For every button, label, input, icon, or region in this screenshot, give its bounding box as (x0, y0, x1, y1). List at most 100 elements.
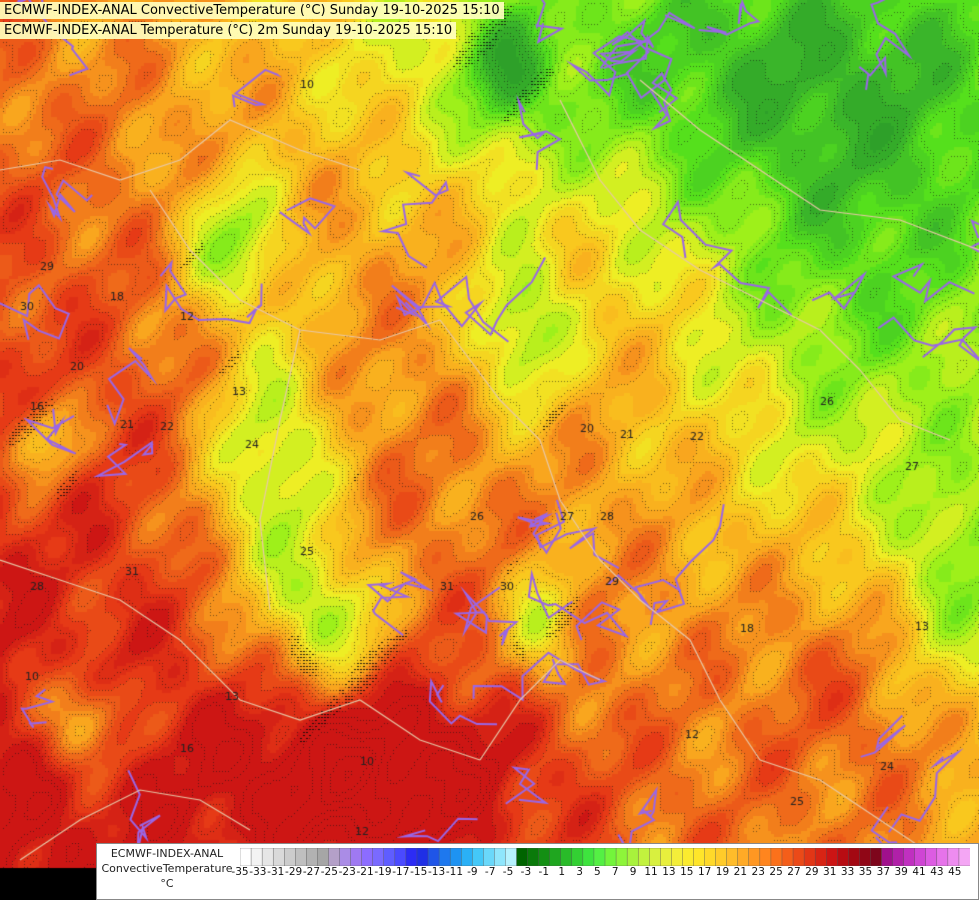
legend-tick-label: 25 (769, 866, 783, 878)
legend-swatch (250, 848, 263, 866)
legend-swatch (339, 848, 352, 866)
legend-swatch (483, 848, 495, 866)
legend-swatch (295, 848, 307, 866)
legend-tick-label: 15 (680, 866, 694, 878)
legend-swatch (405, 848, 418, 866)
legend-swatch (848, 848, 860, 866)
legend-swatch (770, 848, 783, 866)
legend-tick-label: -17 (392, 866, 410, 878)
legend-swatch (626, 848, 639, 866)
legend-tick-label: 41 (912, 866, 926, 878)
legend-swatch (759, 848, 772, 866)
legend-tick-label: 39 (894, 866, 908, 878)
legend-swatch (427, 848, 440, 866)
legend-tick-label: 21 (733, 866, 748, 878)
legend-tick-label: 29 (805, 866, 819, 878)
legend-swatch (704, 848, 717, 866)
legend-swatch (372, 848, 385, 866)
legend-tick-label: -33 (249, 866, 267, 878)
legend-parameter: ConvectiveTemperature (101, 862, 233, 875)
legend-swatch (649, 848, 661, 866)
legend-tick-label: -13 (427, 866, 446, 878)
legend-swatch (637, 848, 650, 866)
legend-swatch (914, 848, 927, 866)
legend-tick-label: 9 (629, 866, 637, 878)
legend-tick-label: -35 (231, 866, 249, 878)
legend-tick-label: 5 (594, 866, 601, 878)
legend-tick-label: -27 (302, 866, 321, 878)
legend-swatch (505, 848, 518, 866)
weather-map (0, 0, 979, 900)
legend-tick-label: -19 (374, 866, 392, 878)
legend-swatch (516, 848, 529, 866)
legend-tick-label: 33 (840, 866, 855, 878)
legend-swatch (892, 848, 905, 866)
legend-swatch (837, 848, 849, 866)
legend-swatch (416, 848, 429, 866)
map-title-convective-temperature: ECMWF-INDEX-ANAL ConvectiveTemperature (… (0, 2, 504, 19)
legend-tick-label: 31 (823, 866, 837, 878)
legend-title: ECMWF-INDEX-ANAL ConvectiveTemperature °… (99, 846, 235, 891)
legend-tick-label: -31 (267, 866, 285, 878)
legend-tick-label: -15 (410, 866, 428, 878)
legend-swatch (660, 848, 672, 866)
legend-swatch (925, 848, 938, 866)
legend-tick-label: 27 (787, 866, 801, 878)
legend-swatch (317, 848, 329, 866)
legend-swatch (803, 848, 816, 866)
legend-swatch (394, 848, 407, 866)
legend-swatch (936, 848, 949, 866)
legend-tick-label: 19 (715, 866, 730, 878)
map-title-2m-temperature: ECMWF-INDEX-ANAL Temperature (°C) 2m Sun… (0, 22, 457, 39)
color-legend: ECMWF-INDEX-ANAL ConvectiveTemperature °… (96, 843, 979, 900)
legend-swatch (881, 848, 894, 866)
legend-swatch (272, 848, 285, 866)
legend-swatch (350, 848, 363, 866)
legend-swatch (461, 848, 473, 866)
legend-tick-label: 35 (858, 866, 873, 878)
legend-swatch (549, 848, 562, 866)
legend-tick-label: -1 (538, 866, 550, 878)
legend-swatch (903, 848, 916, 866)
legend-swatch (472, 848, 484, 866)
legend-tick-label: -29 (285, 866, 303, 878)
legend-swatch (671, 848, 683, 866)
legend-swatch (593, 848, 606, 866)
legend-swatch (284, 848, 296, 866)
legend-tick-label: 11 (644, 866, 658, 878)
legend-tick-label: 17 (697, 866, 712, 878)
legend-unit: °C (160, 877, 174, 890)
legend-swatch (792, 848, 805, 866)
legend-swatch (328, 848, 341, 866)
legend-tick-label: -5 (502, 866, 514, 878)
legend-swatch (240, 848, 252, 866)
legend-tick-label: -7 (484, 866, 496, 878)
legend-tick-label: 1 (558, 866, 565, 878)
legend-swatch (449, 848, 462, 866)
legend-swatch (814, 848, 827, 866)
legend-tick-label: 43 (930, 866, 944, 878)
legend-swatch (748, 848, 761, 866)
legend-swatch (306, 848, 318, 866)
legend-swatch (527, 848, 540, 866)
legend-swatch (438, 848, 451, 866)
legend-swatch (383, 848, 396, 866)
legend-swatch (571, 848, 584, 866)
legend-swatch (693, 848, 706, 866)
legend-swatch (958, 848, 970, 866)
legend-swatch (870, 848, 883, 866)
legend-swatch (560, 848, 573, 866)
legend-color-bar (240, 848, 970, 866)
legend-swatch (261, 848, 274, 866)
legend-tick-label: -3 (520, 866, 532, 878)
legend-swatch (947, 848, 960, 866)
legend-swatch (726, 848, 739, 866)
legend-tick-label: 23 (751, 866, 765, 878)
legend-tick-label: 45 (948, 866, 962, 878)
legend-swatch (715, 848, 728, 866)
legend-tick-label: -9 (467, 866, 478, 878)
legend-swatch (682, 848, 694, 866)
legend-tick-label: 7 (611, 866, 619, 878)
legend-tick-label: 37 (876, 866, 891, 878)
legend-tick-label: -11 (445, 866, 464, 878)
